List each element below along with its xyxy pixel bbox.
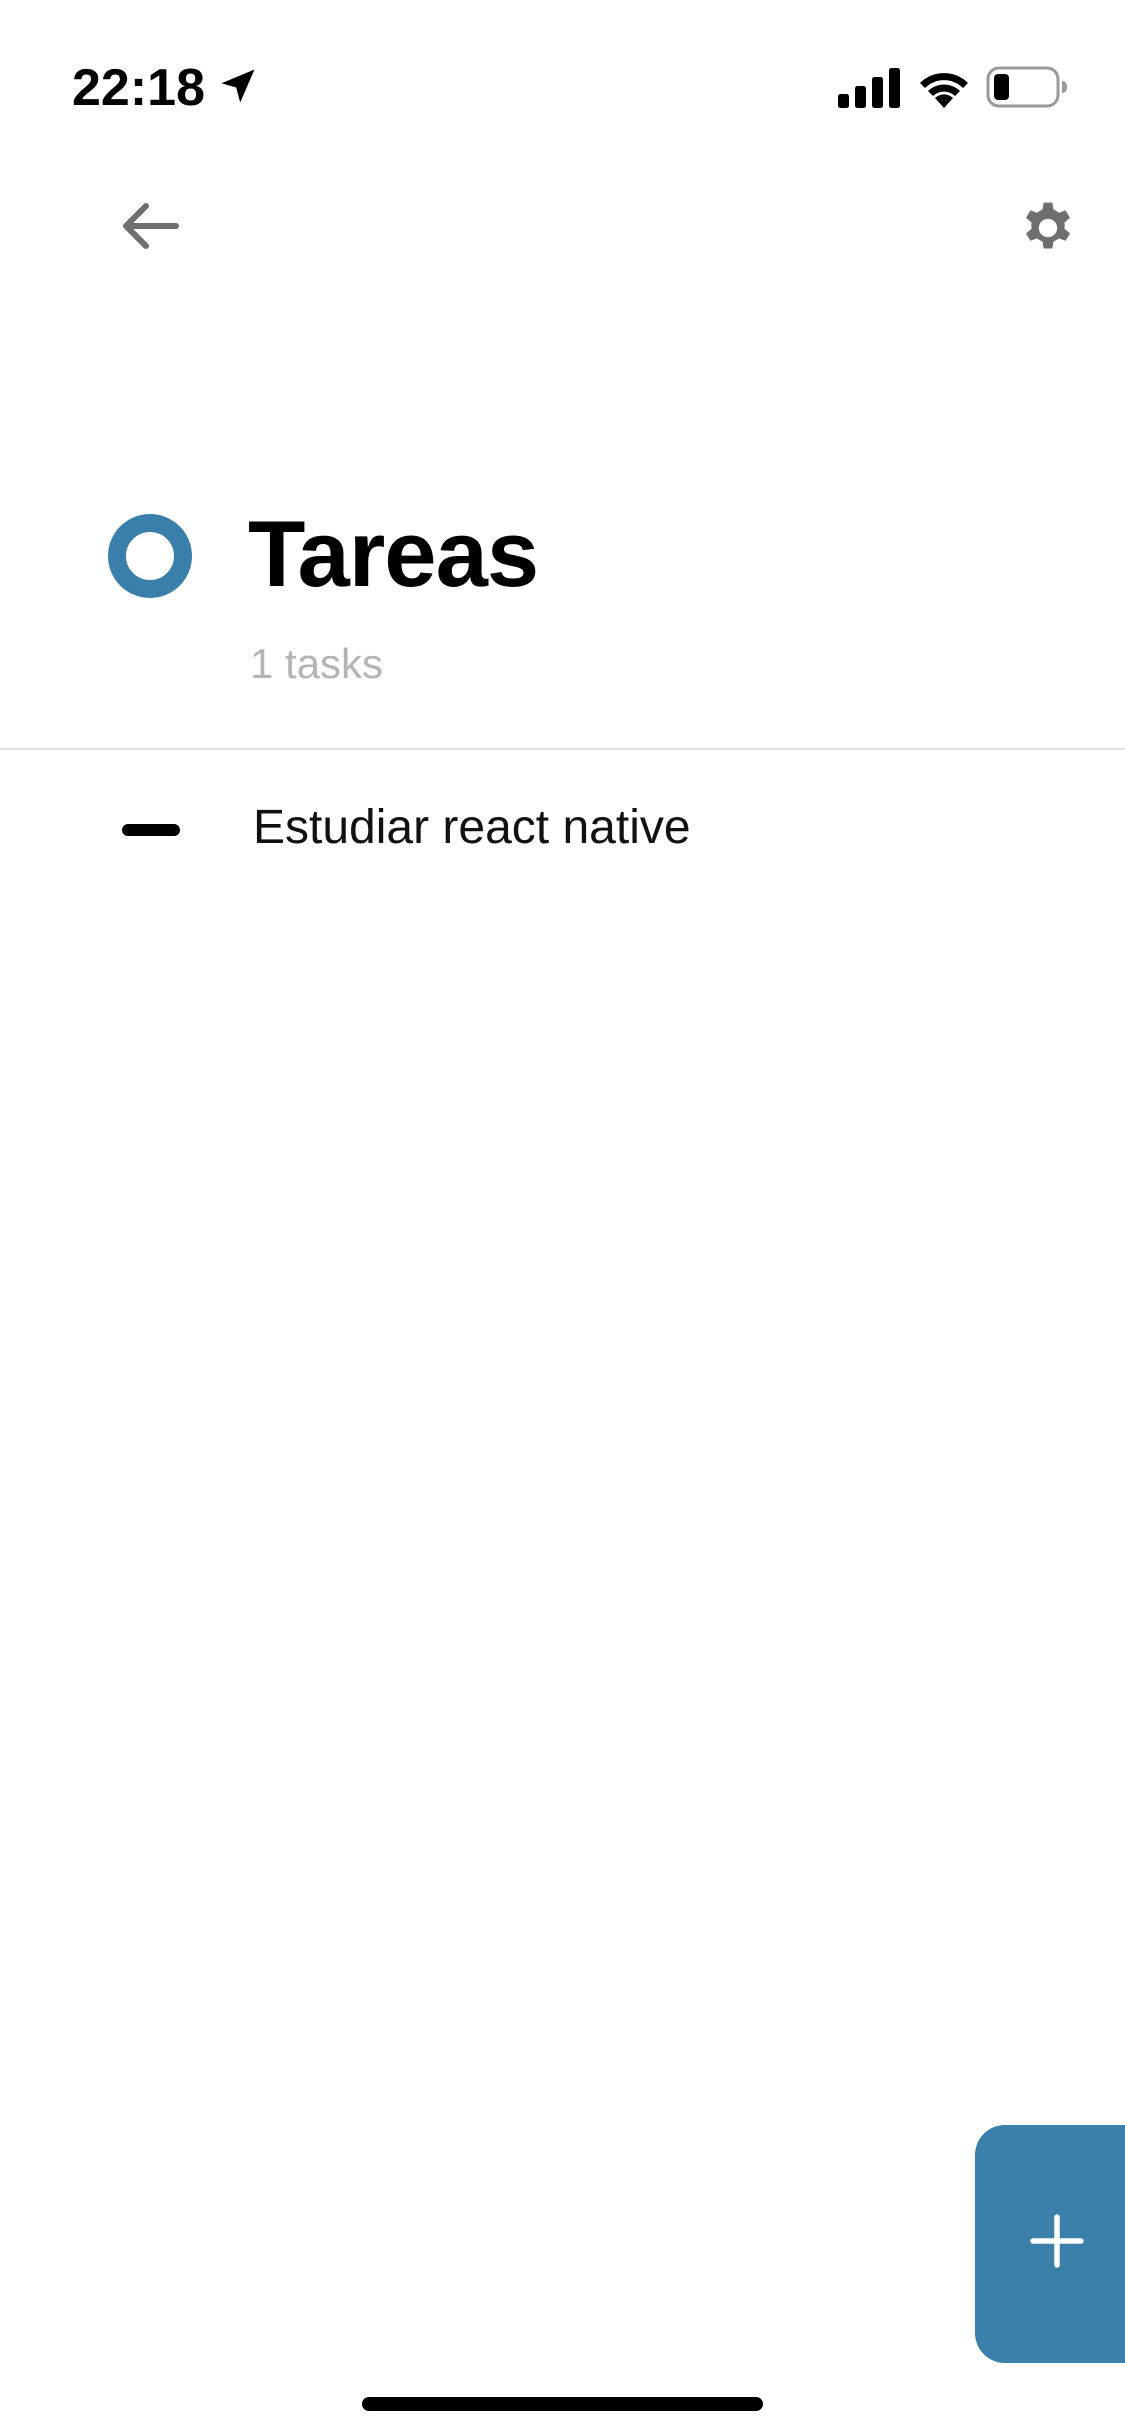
plus-icon bbox=[1030, 2214, 1084, 2268]
status-time: 22:18 bbox=[72, 59, 205, 117]
add-task-button[interactable] bbox=[975, 2125, 1125, 2363]
status-bar: 22:18 bbox=[0, 0, 1125, 150]
gear-icon bbox=[1026, 202, 1070, 249]
cellular-signal-icon bbox=[838, 68, 900, 108]
dash-icon[interactable] bbox=[122, 824, 180, 836]
battery-icon bbox=[986, 66, 1067, 108]
page-title: Tareas bbox=[248, 501, 539, 606]
task-count: 1 tasks bbox=[250, 640, 384, 687]
wifi-icon bbox=[920, 73, 968, 108]
arrow-left-icon bbox=[123, 203, 179, 249]
home-indicator[interactable] bbox=[362, 2397, 763, 2411]
task-row[interactable]: Estudiar react native bbox=[0, 770, 1125, 880]
settings-button[interactable] bbox=[1010, 190, 1086, 266]
circle-ring-icon bbox=[108, 514, 192, 598]
divider bbox=[0, 748, 1125, 750]
task-label: Estudiar react native bbox=[253, 801, 691, 854]
back-button[interactable] bbox=[110, 190, 190, 262]
location-arrow-icon bbox=[221, 69, 255, 103]
screen: 22:18 Tareas 1 tasks Estudiar react nati… bbox=[0, 0, 1125, 2436]
